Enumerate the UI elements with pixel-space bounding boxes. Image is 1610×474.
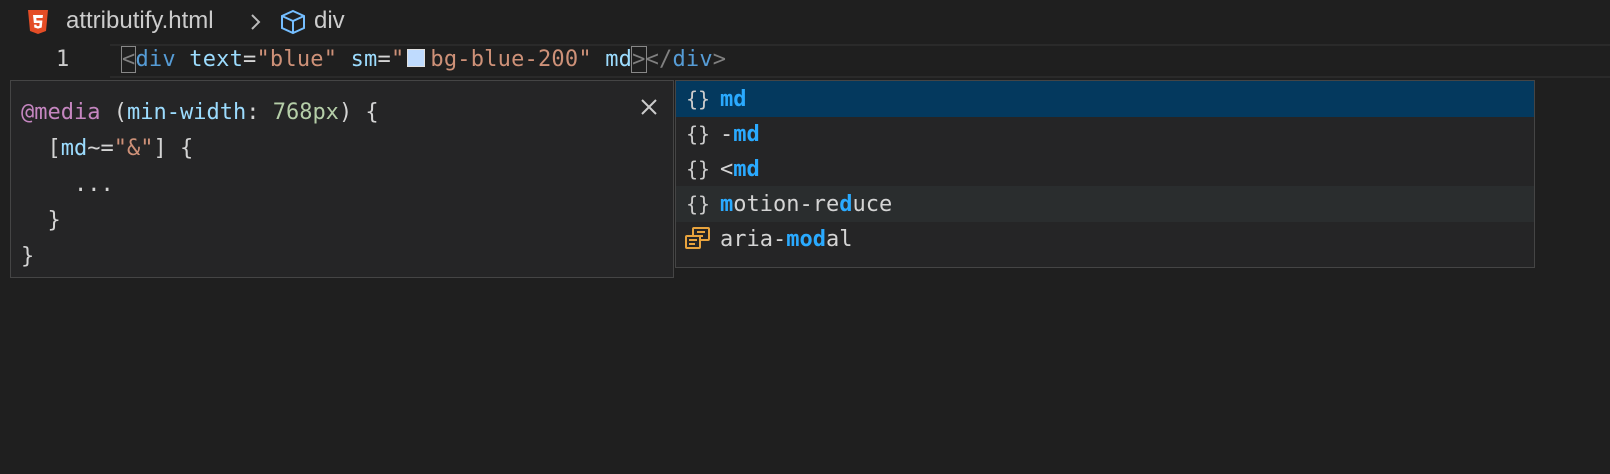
code-tag: div: [135, 47, 176, 72]
suggestion-match: md: [733, 156, 760, 182]
suggestion-detail-panel: @media (min-width: 768px) { [md~="&"] { …: [10, 80, 674, 278]
detail-paren-open: (: [113, 100, 127, 125]
detail-selector-op: ~=: [87, 136, 114, 161]
suggestion-text: otion-re: [733, 191, 840, 217]
suggestion-match: d: [812, 226, 826, 252]
color-swatch[interactable]: [407, 49, 426, 67]
code-close-tag-bracket: </: [645, 47, 673, 72]
detail-feature: min-width: [126, 100, 247, 125]
detail-selector-open: [: [47, 136, 61, 161]
suggestion-text: al: [825, 226, 853, 252]
detail-value: 768px: [272, 100, 339, 125]
chevron-right-icon: [251, 14, 261, 30]
code-open-gt: >: [631, 46, 647, 73]
suggestion-label: motion-reduce: [720, 192, 892, 217]
suggestion-item[interactable]: {} -md: [676, 116, 1534, 152]
suggestion-text: <: [720, 156, 734, 182]
suggestion-match: d: [839, 191, 853, 217]
close-icon[interactable]: [637, 95, 661, 119]
line-number: 1: [56, 47, 70, 72]
detail-ellipsis: ...: [73, 172, 114, 197]
code-close-tag-end: >: [712, 47, 727, 72]
detail-selector-value: "&": [113, 136, 154, 161]
code-close-tag: div: [672, 47, 713, 72]
braces-icon: {}: [685, 192, 711, 216]
code-attr-text-value: "blue": [256, 47, 338, 72]
braces-icon: {}: [685, 157, 711, 181]
detail-paren-close: ) {: [338, 100, 379, 125]
code-eq: =: [243, 47, 257, 72]
suggestion-label: aria-modal: [720, 227, 852, 252]
code-attr-text: text: [189, 47, 244, 72]
braces-icon: {}: [685, 122, 711, 146]
detail-colon: :: [246, 100, 260, 125]
suggestion-item[interactable]: {} md: [676, 81, 1534, 117]
suggestion-item[interactable]: {} motion-reduce: [676, 186, 1534, 222]
editor-window: attributify.html div 1 <div text="blue" …: [0, 0, 1610, 474]
code-attr-sm-value: bg-blue-200: [430, 47, 579, 72]
suggestion-label: md: [720, 87, 747, 112]
suggestion-text: aria-: [720, 226, 787, 252]
cube-icon: [281, 9, 305, 35]
suggestion-label: <md: [720, 157, 760, 182]
code-attr-sm-quote-open: ": [390, 47, 405, 72]
braces-icon: {}: [685, 87, 711, 111]
suggestion-item[interactable]: {} <md: [676, 151, 1534, 187]
code-line[interactable]: <div text="blue" sm=" bg-blue-200" md></d…: [120, 46, 727, 73]
suggestion-match: m: [720, 191, 734, 217]
html5-icon: [28, 10, 48, 34]
suggestion-text: uce: [852, 191, 893, 217]
suggestion-label: -md: [720, 122, 760, 147]
suggestion-match: md: [720, 86, 747, 112]
property-icon: [680, 221, 716, 257]
detail-code: @media (min-width: 768px) { [md~="&"] { …: [21, 95, 379, 275]
code-attr-sm-quote-close: ": [578, 47, 592, 72]
breadcrumb-file-name[interactable]: attributify.html: [66, 7, 214, 35]
code-attr-sm: sm: [350, 47, 378, 72]
detail-selector-close: ] {: [153, 136, 194, 161]
detail-at-rule: @media: [21, 100, 101, 125]
breadcrumb-symbol-name[interactable]: div: [314, 7, 345, 35]
suggestion-match: mo: [786, 226, 813, 252]
detail-outer-close: }: [21, 244, 35, 269]
suggestion-item[interactable]: aria-modal: [676, 221, 1534, 257]
suggestion-text: -: [720, 121, 734, 147]
suggestion-match: md: [733, 121, 760, 147]
breadcrumb: attributify.html div: [0, 0, 1610, 44]
suggestion-list: {} md{} -md{} <md{} motion-reduce aria-modal: [675, 80, 1535, 268]
code-eq: =: [377, 47, 391, 72]
detail-inner-close: }: [47, 208, 61, 233]
code-attr-md: md: [605, 47, 633, 72]
code-open-lt: <: [120, 46, 137, 73]
detail-selector-attr: md: [60, 136, 88, 161]
